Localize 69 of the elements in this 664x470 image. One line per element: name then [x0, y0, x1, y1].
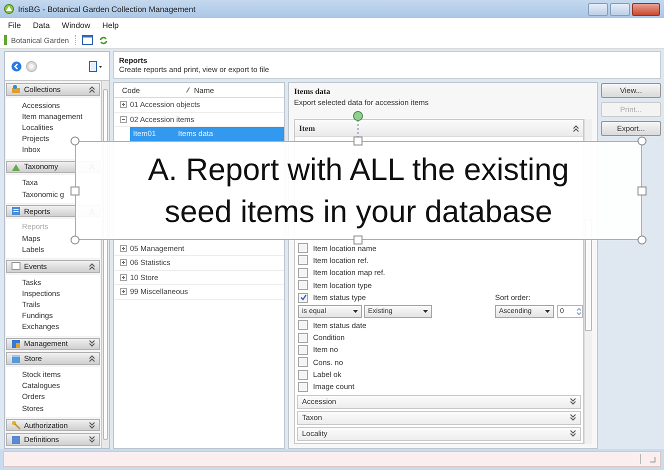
collapse-icon[interactable] [120, 116, 127, 123]
menu-item[interactable]: Window [62, 20, 90, 30]
caret-icon [423, 310, 428, 314]
group-icon [11, 261, 21, 272]
checkbox[interactable] [298, 255, 308, 266]
bar-icon [4, 35, 7, 45]
rotate-handle[interactable] [353, 111, 363, 138]
checkbox[interactable] [298, 370, 308, 380]
collapse-icon[interactable] [573, 124, 579, 132]
resize-handle[interactable] [637, 235, 647, 245]
spin-arrows-icon[interactable] [576, 307, 582, 316]
expand-icon[interactable] [120, 274, 127, 281]
resize-handle[interactable] [353, 235, 363, 245]
collapse-icon[interactable] [89, 262, 95, 270]
expand-icon [570, 398, 576, 406]
section-title: Item [299, 124, 316, 132]
group-icon [11, 84, 21, 94]
group-icon [11, 420, 21, 430]
refresh-icon[interactable] [98, 36, 108, 44]
group-icon [11, 206, 21, 216]
window-icon[interactable] [82, 35, 93, 45]
menu-item[interactable]: File [8, 20, 21, 30]
pane-dropdown-icon[interactable] [89, 60, 103, 72]
menu-item[interactable]: Help [102, 20, 119, 30]
checkbox[interactable] [298, 332, 308, 343]
expand-icon[interactable] [120, 244, 127, 252]
expand-icon[interactable] [120, 259, 127, 266]
checkbox[interactable] [298, 292, 308, 303]
resize-handle[interactable] [353, 136, 363, 146]
checkbox[interactable] [298, 320, 308, 330]
checkbox[interactable] [298, 382, 308, 392]
checkbox[interactable] [298, 357, 308, 368]
checkbox[interactable] [298, 344, 308, 355]
collapse-icon[interactable] [89, 86, 95, 93]
grip-icon [649, 456, 656, 462]
expand-icon[interactable] [89, 422, 95, 429]
expand-icon [570, 430, 576, 438]
group-icon [11, 434, 21, 445]
menu-item[interactable]: Data [32, 20, 50, 30]
caret-icon [545, 310, 550, 314]
checkbox[interactable] [298, 268, 308, 278]
resize-handle[interactable] [70, 136, 80, 146]
maximize-button[interactable] [610, 2, 630, 16]
minimize-button[interactable] [588, 2, 608, 16]
expand-icon[interactable] [120, 101, 127, 108]
group-icon [11, 354, 21, 364]
sort-icon [186, 87, 190, 93]
expand-icon[interactable] [120, 288, 127, 296]
close-button[interactable] [632, 2, 660, 16]
resize-handle[interactable] [637, 186, 647, 196]
forward-icon[interactable] [26, 60, 37, 72]
window-title: IrisBG - Botanical Garden Collection Management [18, 4, 196, 14]
expand-icon[interactable] [89, 436, 95, 444]
resize-handle[interactable] [637, 136, 647, 146]
expand-icon[interactable] [89, 340, 95, 348]
group-icon [11, 162, 21, 172]
checkbox[interactable] [298, 280, 308, 290]
detail-title: Items data [294, 87, 330, 96]
app-logo-icon [4, 4, 14, 14]
caret-icon [353, 310, 358, 314]
resize-handle[interactable] [70, 235, 80, 245]
checkbox[interactable] [298, 243, 308, 254]
back-icon[interactable] [11, 60, 22, 72]
annotation-text: A. Report with ALL the existing seed items in your database [146, 150, 570, 230]
resize-handle[interactable] [70, 186, 80, 196]
collapse-icon[interactable] [89, 355, 95, 362]
expand-icon [570, 414, 576, 422]
annotation-dialog[interactable]: A. Report with ALL the existing seed items in your database [75, 141, 642, 240]
group-icon [11, 338, 21, 349]
